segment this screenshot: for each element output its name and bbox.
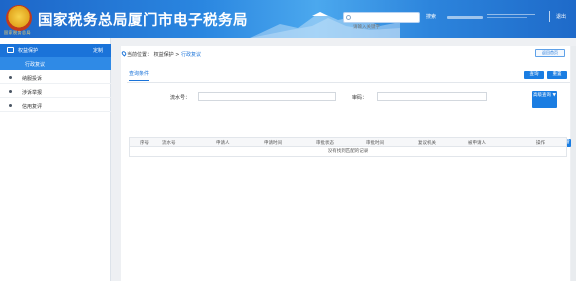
site-header: 国家税务总局 国家税务总局厦门市电子税务局 搜索 退出 — [0, 0, 576, 38]
tab-query-conditions[interactable]: 查询条件 — [129, 70, 150, 81]
advanced-query-button[interactable]: 高级查询 ▼ — [532, 91, 557, 108]
column-header: 审批状态 — [316, 141, 334, 146]
sidebar-item[interactable]: 信用复评 — [0, 99, 111, 112]
tab-divider — [127, 82, 570, 83]
breadcrumb-current[interactable]: 行政复议 — [181, 52, 201, 58]
sidebar-item-label: 行政复议 — [25, 61, 46, 68]
code-label: 审码： — [352, 95, 368, 101]
query-button[interactable]: 查询 — [524, 71, 544, 79]
search-icon — [346, 15, 351, 20]
bullet-icon — [9, 76, 12, 79]
user-info-line — [487, 14, 535, 15]
return-home-button[interactable]: 返回首页 — [535, 49, 565, 57]
bullet-icon — [9, 104, 12, 107]
bullet-icon — [9, 90, 12, 93]
breadcrumb-separator: > — [173, 52, 181, 58]
main-content: 当前位置： 权益保护 > 行政复议 返回首页 查询条件 查询 重置 流水号： 审… — [120, 46, 571, 281]
reset-button[interactable]: 重置 — [547, 71, 567, 79]
tax-bureau-emblem-icon — [6, 5, 32, 31]
sidebar-item[interactable]: 涉诉举报 — [0, 85, 111, 98]
breadcrumb-prefix: 当前位置： — [127, 52, 153, 58]
search-box[interactable] — [343, 12, 420, 32]
empty-message: 没有找到匹配的记录 — [129, 147, 567, 157]
column-header: 复议机关 — [418, 141, 436, 146]
logout-link[interactable]: 退出 — [556, 13, 566, 20]
sidebar: 权益保护 定制 行政复议 纳服投诉 涉诉举报 信用复评 — [0, 38, 111, 281]
serial-number-label: 流水号： — [170, 95, 191, 101]
user-info — [447, 16, 483, 19]
serial-number-input[interactable] — [198, 92, 336, 101]
table-header: 序号 流水号 申请人 申请时间 审批状态 审批时间 复议机关 被申请人 操作 — [129, 137, 567, 147]
search-input[interactable] — [344, 23, 419, 32]
records-table: 序号 流水号 申请人 申请时间 审批状态 审批时间 复议机关 被申请人 操作 没… — [129, 137, 567, 157]
header-divider — [549, 11, 550, 22]
site-title: 国家税务总局厦门市电子税务局 — [38, 13, 248, 29]
column-header: 被申请人 — [468, 141, 486, 146]
sidebar-item-active[interactable]: 行政复议 — [0, 57, 111, 70]
breadcrumb-root[interactable]: 权益保护 — [154, 52, 174, 58]
column-header: 流水号 — [162, 141, 176, 146]
sidebar-item[interactable]: 纳服投诉 — [0, 71, 111, 84]
column-header: 申请时间 — [264, 141, 282, 146]
column-header: 操作 — [536, 141, 545, 146]
column-header: 序号 — [140, 141, 149, 146]
breadcrumb: 当前位置： 权益保护 > 行政复议 — [127, 51, 201, 58]
reset-button-label: 重置 — [552, 72, 562, 77]
column-header: 申请人 — [216, 141, 230, 146]
search-button[interactable]: 搜索 — [426, 13, 436, 20]
sidebar-item-label: 涉诉举报 — [22, 89, 43, 96]
sidebar-section-header[interactable]: 权益保护 定制 — [0, 44, 111, 57]
customize-button[interactable]: 定制 — [93, 47, 103, 54]
scrollbar[interactable] — [571, 46, 576, 281]
code-input[interactable] — [377, 92, 487, 101]
sidebar-section-title: 权益保护 — [18, 48, 39, 54]
column-header: 审批时间 — [366, 141, 384, 146]
shield-icon — [7, 47, 14, 53]
sidebar-item-label: 纳服投诉 — [22, 75, 43, 82]
query-button-label: 查询 — [529, 72, 539, 77]
sidebar-item-label: 信用复评 — [22, 103, 43, 110]
user-info-line — [487, 17, 527, 18]
logo-caption: 国家税务总局 — [4, 30, 31, 35]
